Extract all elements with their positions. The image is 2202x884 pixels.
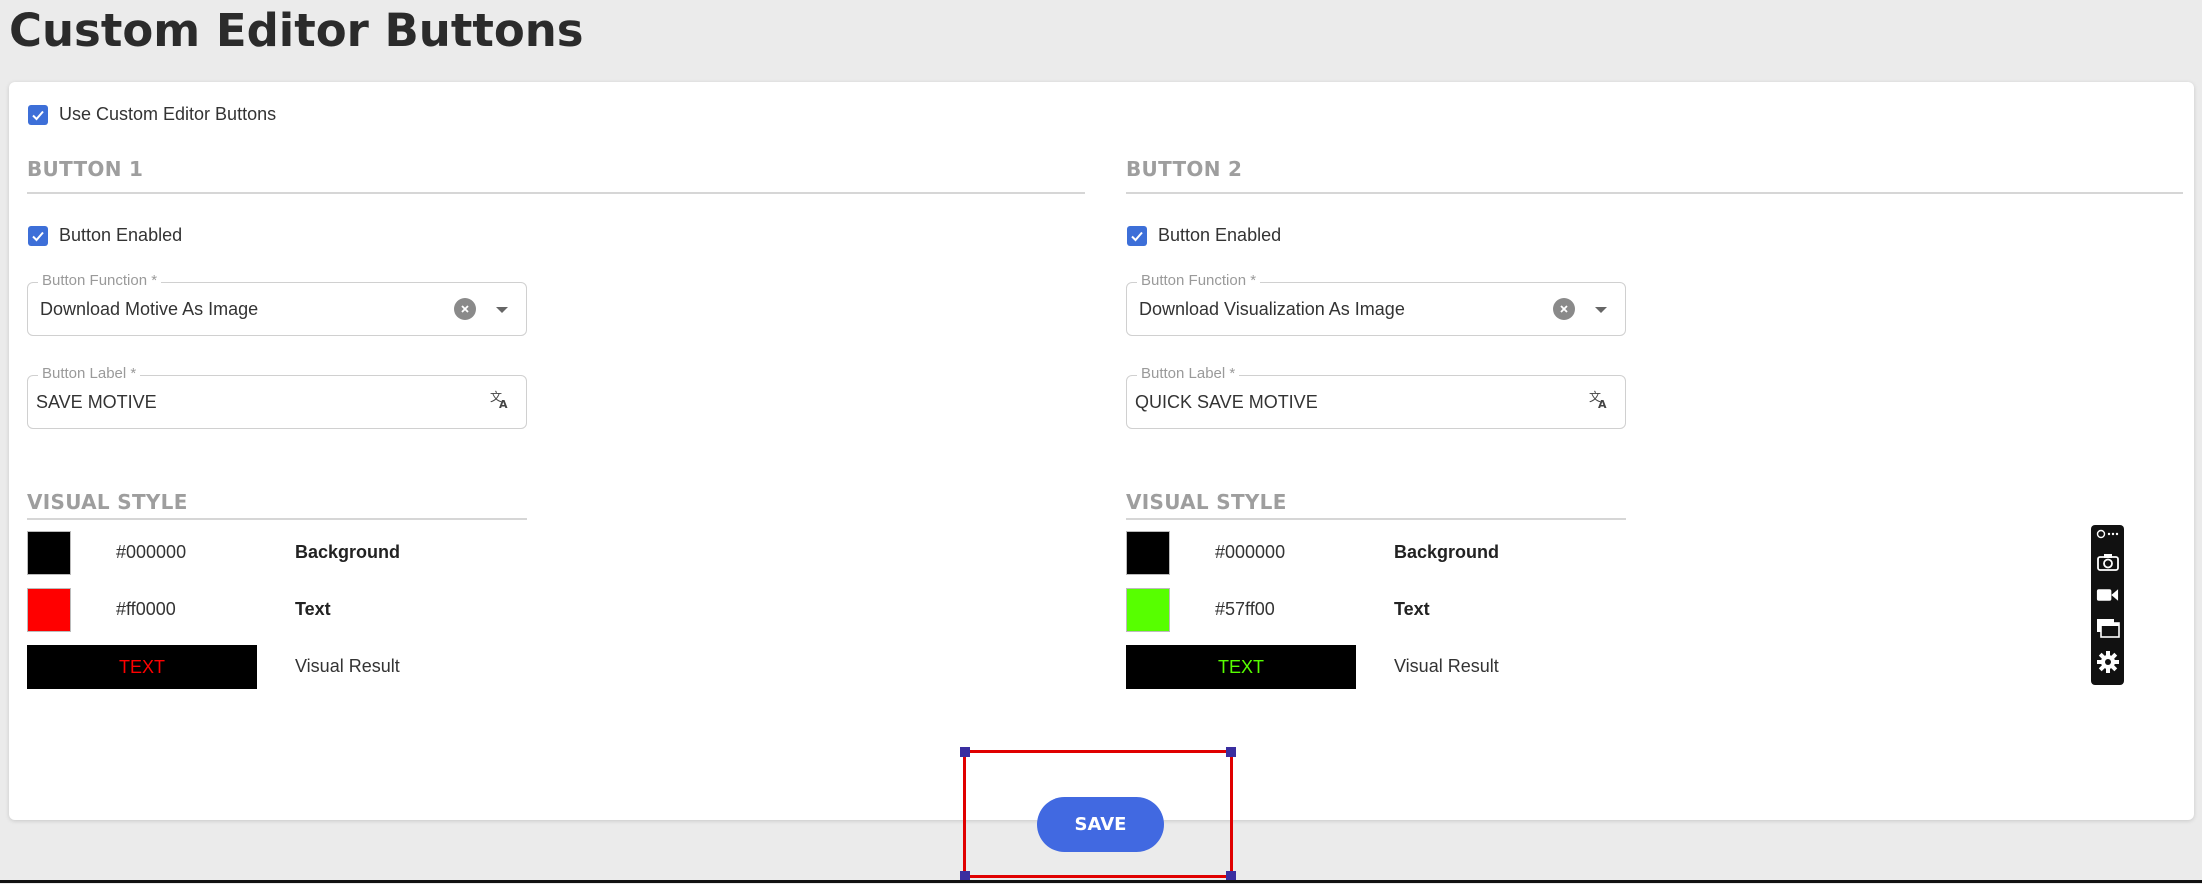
button-2-visual-divider [1126, 518, 1626, 520]
button-1-function-value: Download Motive As Image [40, 299, 259, 319]
screen-capture-menu-icon[interactable] [2095, 527, 2120, 541]
page-title: Custom Editor Buttons [9, 4, 584, 57]
button-2-function-value: Download Visualization As Image [1139, 299, 1405, 319]
use-custom-buttons-label: Use Custom Editor Buttons [59, 104, 277, 124]
button-2-background-name: Background [1394, 542, 1500, 562]
save-button[interactable]: SAVE [1037, 797, 1164, 852]
button-1-label-value: SAVE MOTIVE [36, 392, 157, 412]
checkbox-checked-icon[interactable] [28, 104, 48, 125]
button-2-enabled-label: Button Enabled [1158, 225, 1282, 245]
checkbox-checked-icon[interactable] [28, 225, 48, 246]
video-camera-icon[interactable] [2095, 582, 2120, 607]
button-2-text-name: Text [1394, 599, 1430, 619]
button-1-preview: TEXT [27, 645, 257, 689]
translate-icon[interactable]: 文A [1589, 389, 1609, 414]
windows-icon[interactable] [2095, 615, 2120, 640]
chevron-down-icon[interactable] [1595, 307, 1607, 313]
button-2-function-select[interactable]: Button Function * Download Visualization… [1126, 272, 1626, 336]
button-1-text-name: Text [295, 599, 331, 619]
gear-icon[interactable] [2095, 649, 2120, 674]
button-2-enabled-checkbox[interactable]: Button Enabled [1127, 225, 1281, 246]
button-1-visual-style-heading: VISUAL STYLE [27, 490, 188, 514]
button-2-label-value: QUICK SAVE MOTIVE [1135, 392, 1318, 412]
chevron-down-icon[interactable] [496, 307, 508, 313]
button-2-label-input[interactable]: Button Label * QUICK SAVE MOTIVE 文A [1126, 365, 1626, 429]
button-1-function-select[interactable]: Button Function * Download Motive As Ima… [27, 272, 527, 336]
capture-toolbar [2091, 525, 2124, 685]
button-2-preview: TEXT [1126, 645, 1356, 689]
button-1-enabled-label: Button Enabled [59, 225, 183, 245]
button-2-text-hex: #57ff00 [1215, 599, 1275, 619]
clear-icon[interactable] [1553, 298, 1575, 320]
camera-icon[interactable] [2095, 549, 2120, 574]
resize-handle[interactable] [960, 747, 970, 757]
svg-text:A: A [1598, 398, 1607, 409]
button-1-background-name: Background [295, 542, 401, 562]
button-2-background-swatch[interactable] [1126, 531, 1170, 575]
button-2-label-label: Button Label * [1137, 365, 1240, 382]
use-custom-buttons-checkbox[interactable]: Use Custom Editor Buttons [28, 104, 276, 125]
bottom-edge [0, 880, 2202, 883]
button-1-text-swatch[interactable] [27, 588, 71, 632]
button-1-label-label: Button Label * [38, 365, 141, 382]
button-1-label-input[interactable]: Button Label * SAVE MOTIVE 文A [27, 365, 527, 429]
button-1-function-label: Button Function * [38, 272, 162, 289]
button-1-heading: BUTTON 1 [27, 157, 144, 181]
button-1-text-hex: #ff0000 [116, 599, 176, 619]
button-1-preview-caption: Visual Result [295, 656, 400, 676]
button-1-background-hex: #000000 [116, 542, 187, 562]
button-2-visual-style-heading: VISUAL STYLE [1126, 490, 1287, 514]
resize-handle[interactable] [1226, 747, 1236, 757]
clear-icon[interactable] [454, 298, 476, 320]
button-2-preview-caption: Visual Result [1394, 656, 1499, 676]
button-2-heading: BUTTON 2 [1126, 157, 1243, 181]
button-1-visual-divider [27, 518, 527, 520]
svg-text:A: A [499, 398, 508, 409]
button-1-divider [27, 192, 1085, 194]
button-2-background-hex: #000000 [1215, 542, 1286, 562]
settings-card: Use Custom Editor Buttons BUTTON 1 Butto… [9, 82, 2194, 820]
button-2-divider [1126, 192, 2183, 194]
checkbox-checked-icon[interactable] [1127, 225, 1147, 246]
button-2-function-label: Button Function * [1137, 272, 1261, 289]
button-1-background-swatch[interactable] [27, 531, 71, 575]
button-2-text-swatch[interactable] [1126, 588, 1170, 632]
button-1-enabled-checkbox[interactable]: Button Enabled [28, 225, 182, 246]
translate-icon[interactable]: 文A [490, 389, 510, 414]
